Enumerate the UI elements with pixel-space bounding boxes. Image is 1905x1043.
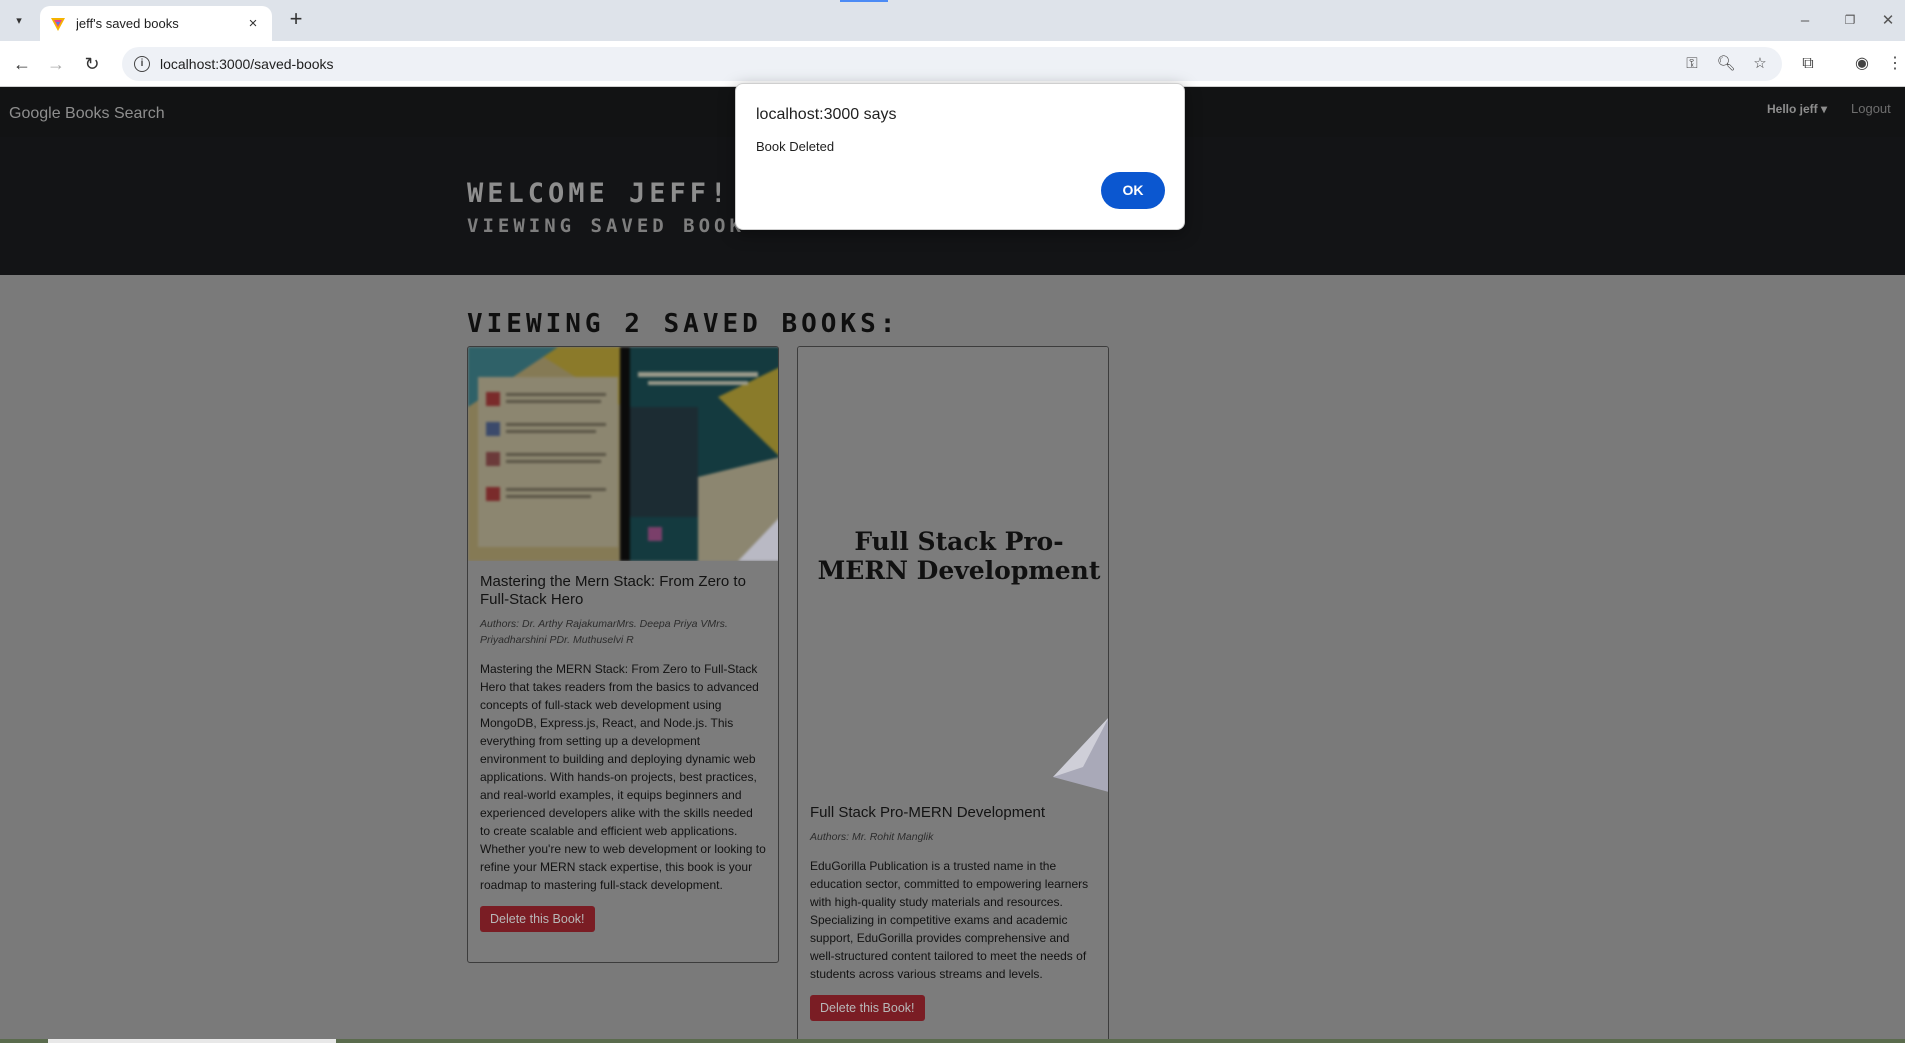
- book-card: Mastering the Mern Stack: From Zero to F…: [467, 346, 779, 963]
- dialog-ok-button[interactable]: OK: [1101, 172, 1165, 209]
- reload-icon[interactable]: ↻: [79, 51, 105, 77]
- restore-icon[interactable]: ❐: [1830, 6, 1870, 34]
- back-arrow-icon[interactable]: ←: [9, 51, 35, 77]
- book-description: Mastering the MERN Stack: From Zero to F…: [480, 662, 766, 892]
- book-cover-image: Full Stack Pro-MERN Development: [798, 347, 1108, 792]
- tab-search-chevron-icon[interactable]: ▾: [7, 8, 31, 32]
- url-text[interactable]: localhost:3000/saved-books: [160, 56, 334, 72]
- dialog-title: localhost:3000 says: [756, 106, 897, 123]
- book-authors: Authors: Mr. Rohit Manglik: [810, 831, 934, 843]
- extensions-puzzle-icon[interactable]: ⧉: [1797, 53, 1819, 75]
- delete-book-button[interactable]: Delete this Book!: [810, 995, 925, 1021]
- delete-book-button[interactable]: Delete this Book!: [480, 906, 595, 932]
- zoom-icon[interactable]: 🔍︎: [1716, 54, 1736, 74]
- saved-books-subheading: VIEWING SAVED BOOK: [467, 215, 745, 237]
- browser-tab-active[interactable]: jeff's saved books ×: [40, 6, 272, 41]
- tab-title: jeff's saved books: [76, 16, 179, 31]
- new-tab-button[interactable]: +: [282, 8, 310, 32]
- alert-dialog: localhost:3000 says Book Deleted OK: [735, 83, 1185, 230]
- address-bar[interactable]: i localhost:3000/saved-books ⚿ 🔍︎ ☆: [122, 47, 1782, 81]
- user-menu-dropdown[interactable]: Hello jeff ▾: [1767, 102, 1827, 116]
- forward-arrow-icon[interactable]: →: [43, 51, 69, 77]
- book-title: Mastering the Mern Stack: From Zero to F…: [480, 573, 746, 608]
- taskbar-edge-highlight: [48, 1039, 336, 1043]
- book-authors: Authors: Dr. Arthy RajakumarMrs. Deepa P…: [480, 618, 728, 646]
- welcome-heading: WELCOME JEFF!: [467, 178, 731, 209]
- book-title: Full Stack Pro-MERN Development: [810, 804, 1046, 821]
- dialog-message: Book Deleted: [756, 139, 835, 154]
- tab-close-icon[interactable]: ×: [244, 15, 262, 32]
- browser-menu-icon[interactable]: ⋮: [1884, 53, 1905, 75]
- password-key-icon[interactable]: ⚿: [1682, 54, 1702, 74]
- page-viewport: Google Books Search Hello jeff ▾ Logout …: [0, 87, 1905, 1043]
- book-description: EduGorilla Publication is a trusted name…: [810, 859, 1089, 981]
- site-info-icon[interactable]: i: [134, 56, 150, 72]
- brand-link[interactable]: Google Books Search: [9, 105, 165, 123]
- saved-count-heading: VIEWING 2 SAVED BOOKS:: [467, 309, 900, 339]
- window-close-icon[interactable]: ✕: [1868, 6, 1905, 34]
- book-card: Full Stack Pro-MERN Development Full Sta…: [797, 346, 1109, 1043]
- browser-toolbar: ← → ↻ i localhost:3000/saved-books ⚿ 🔍︎ …: [0, 41, 1905, 87]
- minimize-icon[interactable]: –: [1785, 6, 1825, 34]
- browser-tab-bar: ▾ jeff's saved books × + – ❐ ✕: [0, 0, 1905, 41]
- loading-indicator: [840, 0, 888, 2]
- book-cover-image: [468, 347, 778, 561]
- bookmark-star-icon[interactable]: ☆: [1750, 54, 1770, 74]
- book-cover-text: Full Stack Pro-MERN Development: [817, 527, 1101, 585]
- logout-link[interactable]: Logout: [1851, 101, 1891, 116]
- profile-avatar-icon[interactable]: ◉: [1851, 53, 1873, 75]
- app-favicon-icon: [51, 17, 65, 31]
